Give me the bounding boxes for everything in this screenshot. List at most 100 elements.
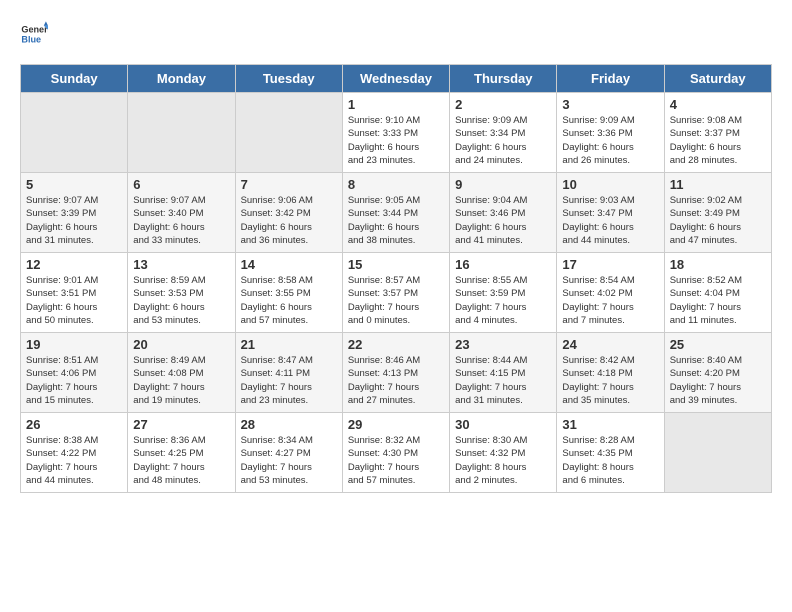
calendar-day-cell: 26Sunrise: 8:38 AM Sunset: 4:22 PM Dayli… xyxy=(21,413,128,493)
day-of-week-header: Monday xyxy=(128,65,235,93)
day-of-week-header: Tuesday xyxy=(235,65,342,93)
day-info: Sunrise: 8:34 AM Sunset: 4:27 PM Dayligh… xyxy=(241,434,337,487)
day-number: 4 xyxy=(670,97,766,112)
day-number: 29 xyxy=(348,417,444,432)
day-info: Sunrise: 8:38 AM Sunset: 4:22 PM Dayligh… xyxy=(26,434,122,487)
calendar-day-cell: 5 Sunrise: 9:07 AM Sunset: 3:39 PM Daylig… xyxy=(21,173,128,253)
calendar-header-row: SundayMondayTuesdayWednesdayThursdayFrid… xyxy=(21,65,772,93)
calendar-day-cell: 14 Sunrise: 8:58 AM Sunset: 3:55 PM Dayli… xyxy=(235,253,342,333)
day-number: 24 xyxy=(562,337,658,352)
day-info: Sunrise: 9:02 AM Sunset: 3:49 PM Dayligh… xyxy=(670,194,766,247)
day-number: 15 xyxy=(348,257,444,272)
day-number: 18 xyxy=(670,257,766,272)
calendar-week-row: 1 Sunrise: 9:10 AM Sunset: 3:33 PM Daylig… xyxy=(21,93,772,173)
day-info: Sunrise: 8:46 AM Sunset: 4:13 PM Dayligh… xyxy=(348,354,444,407)
svg-text:General: General xyxy=(21,25,48,35)
day-info: Sunrise: 8:59 AM Sunset: 3:53 PM Dayligh… xyxy=(133,274,229,327)
day-number: 2 xyxy=(455,97,551,112)
calendar-day-cell: 23 Sunrise: 8:44 AM Sunset: 4:15 PM Dayli… xyxy=(450,333,557,413)
calendar-day-cell: 31Sunrise: 8:28 AM Sunset: 4:35 PM Dayli… xyxy=(557,413,664,493)
calendar-day-cell: 29Sunrise: 8:32 AM Sunset: 4:30 PM Dayli… xyxy=(342,413,449,493)
calendar-day-cell: 28 Sunrise: 8:34 AM Sunset: 4:27 PM Dayli… xyxy=(235,413,342,493)
day-info: Sunrise: 8:57 AM Sunset: 3:57 PM Dayligh… xyxy=(348,274,444,327)
calendar-day-cell: 19 Sunrise: 8:51 AM Sunset: 4:06 PM Dayli… xyxy=(21,333,128,413)
page-header: General Blue xyxy=(20,20,772,48)
day-info: Sunrise: 8:44 AM Sunset: 4:15 PM Dayligh… xyxy=(455,354,551,407)
day-info: Sunrise: 9:10 AM Sunset: 3:33 PM Dayligh… xyxy=(348,114,444,167)
day-info: Sunrise: 8:52 AM Sunset: 4:04 PM Dayligh… xyxy=(670,274,766,327)
calendar-day-cell: 13 Sunrise: 8:59 AM Sunset: 3:53 PM Dayli… xyxy=(128,253,235,333)
day-info: Sunrise: 8:54 AM Sunset: 4:02 PM Dayligh… xyxy=(562,274,658,327)
calendar-week-row: 5 Sunrise: 9:07 AM Sunset: 3:39 PM Daylig… xyxy=(21,173,772,253)
day-info: Sunrise: 9:09 AM Sunset: 3:36 PM Dayligh… xyxy=(562,114,658,167)
calendar-day-cell: 16 Sunrise: 8:55 AM Sunset: 3:59 PM Dayli… xyxy=(450,253,557,333)
logo: General Blue xyxy=(20,20,52,48)
calendar-day-cell: 24 Sunrise: 8:42 AM Sunset: 4:18 PM Dayli… xyxy=(557,333,664,413)
day-of-week-header: Saturday xyxy=(664,65,771,93)
day-info: Sunrise: 9:09 AM Sunset: 3:34 PM Dayligh… xyxy=(455,114,551,167)
day-number: 27 xyxy=(133,417,229,432)
calendar-day-cell: 18 Sunrise: 8:52 AM Sunset: 4:04 PM Dayli… xyxy=(664,253,771,333)
calendar-day-cell: 20Sunrise: 8:49 AM Sunset: 4:08 PM Dayli… xyxy=(128,333,235,413)
day-info: Sunrise: 8:51 AM Sunset: 4:06 PM Dayligh… xyxy=(26,354,122,407)
day-number: 23 xyxy=(455,337,551,352)
day-info: Sunrise: 8:49 AM Sunset: 4:08 PM Dayligh… xyxy=(133,354,229,407)
calendar-week-row: 12Sunrise: 9:01 AM Sunset: 3:51 PM Dayli… xyxy=(21,253,772,333)
calendar-day-cell: 1 Sunrise: 9:10 AM Sunset: 3:33 PM Daylig… xyxy=(342,93,449,173)
day-number: 3 xyxy=(562,97,658,112)
day-number: 28 xyxy=(241,417,337,432)
calendar-day-cell: 12Sunrise: 9:01 AM Sunset: 3:51 PM Dayli… xyxy=(21,253,128,333)
calendar-day-cell: 8 Sunrise: 9:05 AM Sunset: 3:44 PM Daylig… xyxy=(342,173,449,253)
day-info: Sunrise: 8:40 AM Sunset: 4:20 PM Dayligh… xyxy=(670,354,766,407)
day-info: Sunrise: 8:55 AM Sunset: 3:59 PM Dayligh… xyxy=(455,274,551,327)
day-number: 1 xyxy=(348,97,444,112)
calendar-day-cell: 10 Sunrise: 9:03 AM Sunset: 3:47 PM Dayli… xyxy=(557,173,664,253)
day-number: 30 xyxy=(455,417,551,432)
day-of-week-header: Sunday xyxy=(21,65,128,93)
calendar-day-cell xyxy=(664,413,771,493)
calendar-day-cell: 9 Sunrise: 9:04 AM Sunset: 3:46 PM Daylig… xyxy=(450,173,557,253)
day-info: Sunrise: 9:04 AM Sunset: 3:46 PM Dayligh… xyxy=(455,194,551,247)
calendar-day-cell: 7 Sunrise: 9:06 AM Sunset: 3:42 PM Daylig… xyxy=(235,173,342,253)
day-info: Sunrise: 8:47 AM Sunset: 4:11 PM Dayligh… xyxy=(241,354,337,407)
day-number: 17 xyxy=(562,257,658,272)
calendar-week-row: 26Sunrise: 8:38 AM Sunset: 4:22 PM Dayli… xyxy=(21,413,772,493)
day-number: 21 xyxy=(241,337,337,352)
day-of-week-header: Wednesday xyxy=(342,65,449,93)
day-info: Sunrise: 8:58 AM Sunset: 3:55 PM Dayligh… xyxy=(241,274,337,327)
generalblue-logo-icon: General Blue xyxy=(20,20,48,48)
day-of-week-header: Thursday xyxy=(450,65,557,93)
day-info: Sunrise: 9:08 AM Sunset: 3:37 PM Dayligh… xyxy=(670,114,766,167)
day-info: Sunrise: 8:42 AM Sunset: 4:18 PM Dayligh… xyxy=(562,354,658,407)
calendar-day-cell: 22 Sunrise: 8:46 AM Sunset: 4:13 PM Dayli… xyxy=(342,333,449,413)
day-number: 22 xyxy=(348,337,444,352)
calendar-day-cell: 3 Sunrise: 9:09 AM Sunset: 3:36 PM Daylig… xyxy=(557,93,664,173)
calendar-day-cell: 25Sunrise: 8:40 AM Sunset: 4:20 PM Dayli… xyxy=(664,333,771,413)
calendar-table: SundayMondayTuesdayWednesdayThursdayFrid… xyxy=(20,64,772,493)
day-number: 9 xyxy=(455,177,551,192)
calendar-day-cell: 4 Sunrise: 9:08 AM Sunset: 3:37 PM Daylig… xyxy=(664,93,771,173)
day-number: 16 xyxy=(455,257,551,272)
day-info: Sunrise: 8:36 AM Sunset: 4:25 PM Dayligh… xyxy=(133,434,229,487)
day-info: Sunrise: 9:03 AM Sunset: 3:47 PM Dayligh… xyxy=(562,194,658,247)
day-number: 19 xyxy=(26,337,122,352)
calendar-day-cell: 11Sunrise: 9:02 AM Sunset: 3:49 PM Dayli… xyxy=(664,173,771,253)
day-info: Sunrise: 8:28 AM Sunset: 4:35 PM Dayligh… xyxy=(562,434,658,487)
day-info: Sunrise: 9:06 AM Sunset: 3:42 PM Dayligh… xyxy=(241,194,337,247)
calendar-day-cell xyxy=(21,93,128,173)
calendar-day-cell: 30 Sunrise: 8:30 AM Sunset: 4:32 PM Dayli… xyxy=(450,413,557,493)
day-info: Sunrise: 9:07 AM Sunset: 3:39 PM Dayligh… xyxy=(26,194,122,247)
day-number: 6 xyxy=(133,177,229,192)
day-number: 10 xyxy=(562,177,658,192)
day-number: 5 xyxy=(26,177,122,192)
day-number: 13 xyxy=(133,257,229,272)
day-info: Sunrise: 9:05 AM Sunset: 3:44 PM Dayligh… xyxy=(348,194,444,247)
day-info: Sunrise: 8:30 AM Sunset: 4:32 PM Dayligh… xyxy=(455,434,551,487)
calendar-day-cell xyxy=(235,93,342,173)
day-number: 7 xyxy=(241,177,337,192)
calendar-day-cell: 2 Sunrise: 9:09 AM Sunset: 3:34 PM Daylig… xyxy=(450,93,557,173)
day-number: 8 xyxy=(348,177,444,192)
day-of-week-header: Friday xyxy=(557,65,664,93)
day-number: 14 xyxy=(241,257,337,272)
calendar-day-cell: 17 Sunrise: 8:54 AM Sunset: 4:02 PM Dayli… xyxy=(557,253,664,333)
